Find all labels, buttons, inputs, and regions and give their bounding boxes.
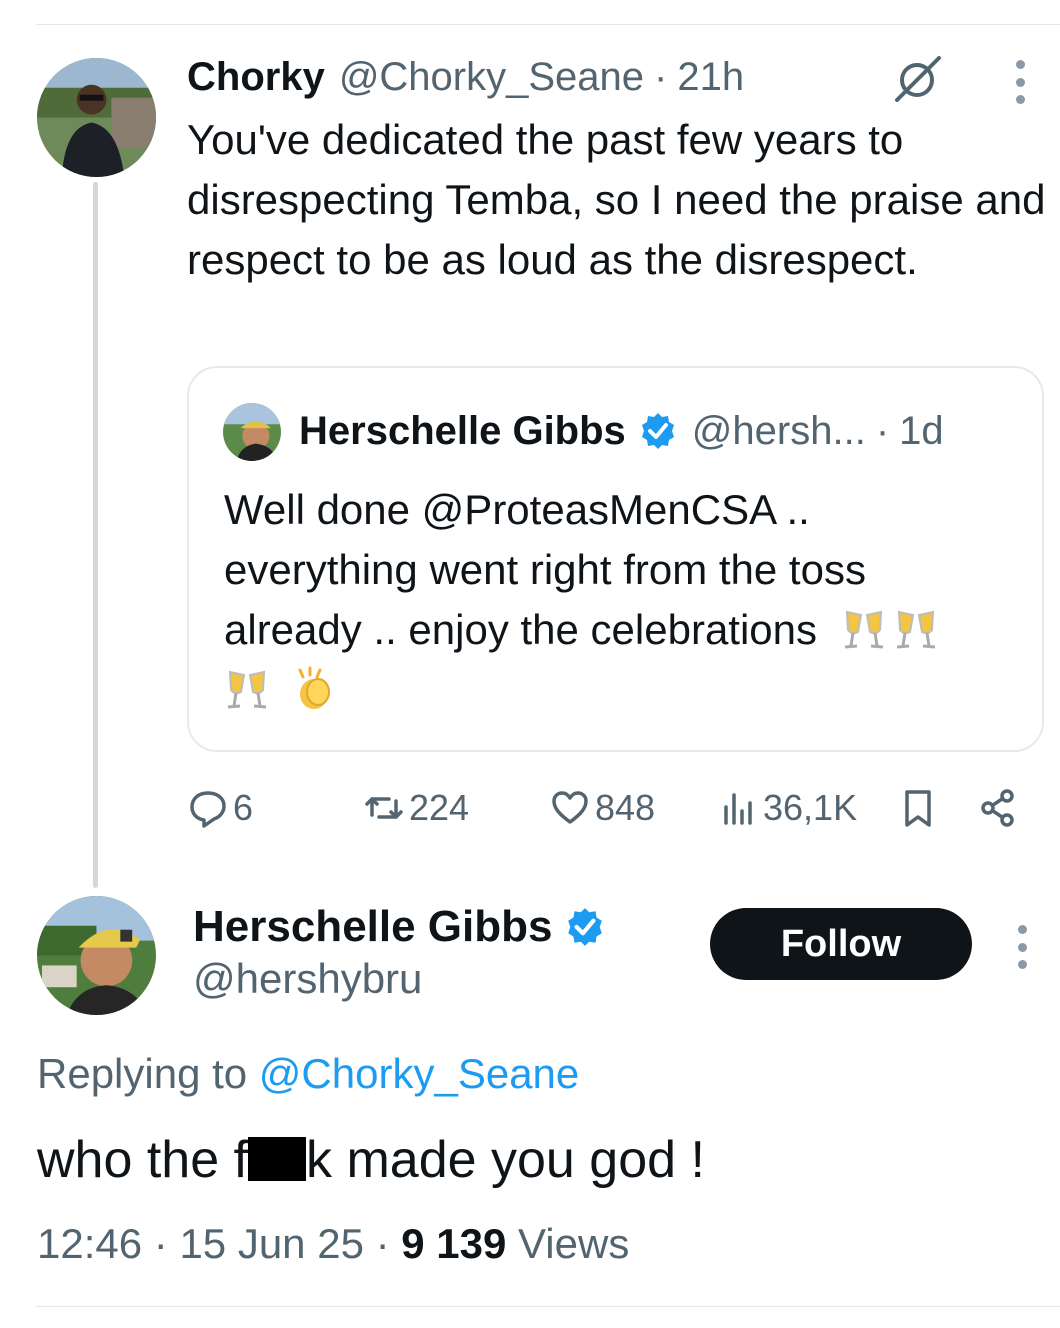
heart-icon <box>552 791 588 824</box>
reply-count: 6 <box>233 787 254 828</box>
separator-dot: · <box>875 408 890 453</box>
repost-icon <box>365 797 403 819</box>
verified-badge-icon <box>564 906 606 948</box>
bookmark-button[interactable] <box>897 780 939 836</box>
quoted-author-name: Herschelle Gibbs <box>299 408 626 453</box>
quoted-tweet-header: Herschelle Gibbs @hersh... · 1d <box>299 408 944 454</box>
separator-dot: · <box>375 1220 402 1267</box>
repost-button[interactable]: 224 <box>363 780 469 836</box>
separator-dot: · <box>654 54 668 99</box>
main-tweet-text: who the f k made you god ! <box>37 1130 705 1190</box>
clinking-glasses-icon <box>893 606 939 652</box>
grok-icon[interactable] <box>893 56 943 102</box>
parent-tweet-text: You've dedicated the past few years to d… <box>187 116 1046 283</box>
verified-badge-icon <box>638 411 678 451</box>
clapping-hands-icon <box>290 666 336 712</box>
gibbs-quote-avatar <box>223 403 281 461</box>
quoted-tweet-body: Well done @ProteasMenCSA .. everything w… <box>224 486 866 653</box>
parent-tweet-actions: 6 224 848 36,1K <box>187 780 1037 836</box>
separator-dot: · <box>153 1220 180 1267</box>
parent-tweet-header: Chorky @Chorky_Seane · 21h <box>187 52 744 102</box>
reply-button[interactable]: 6 <box>187 780 253 836</box>
tweet-time[interactable]: 12:46 <box>37 1220 142 1267</box>
quoted-tweet-text: Well done @ProteasMenCSA .. everything w… <box>224 480 1014 720</box>
main-tweet-header: Herschelle Gibbs <box>193 902 606 952</box>
follow-button[interactable]: Follow <box>710 908 972 980</box>
share-button[interactable] <box>977 780 1019 836</box>
main-author-name[interactable]: Herschelle Gibbs <box>193 902 552 952</box>
main-text-after: k made you god ! <box>306 1131 705 1189</box>
repost-count: 224 <box>409 787 470 828</box>
clinking-glasses-icon <box>224 666 270 712</box>
quoted-author-handle: @hersh... <box>691 408 866 453</box>
replying-to: Replying to @Chorky_Seane <box>37 1050 579 1098</box>
more-options-icon[interactable] <box>1012 925 1032 969</box>
views-button[interactable]: 36,1K <box>717 780 857 836</box>
reply-icon <box>190 791 226 828</box>
bottom-divider <box>36 1306 1060 1307</box>
parent-author-handle[interactable]: @Chorky_Seane <box>339 55 644 100</box>
tweet-date[interactable]: 15 Jun 25 <box>179 1220 364 1267</box>
like-button[interactable]: 848 <box>549 780 655 836</box>
quoted-tweet-time: 1d <box>899 408 944 453</box>
gibbs-avatar[interactable] <box>37 896 156 1015</box>
like-count: 848 <box>595 787 656 828</box>
views-count-main: 9 139 <box>401 1220 507 1267</box>
views-count: 36,1K <box>763 787 858 828</box>
share-icon <box>981 789 1014 827</box>
replying-prefix: Replying to <box>37 1050 248 1097</box>
views-label: Views <box>518 1220 630 1267</box>
analytics-icon <box>724 793 752 825</box>
bookmark-icon <box>905 790 931 827</box>
parent-author-name[interactable]: Chorky <box>187 55 325 100</box>
parent-tweet-time[interactable]: 21h <box>677 55 744 100</box>
thread-line <box>93 182 98 888</box>
chorky-avatar[interactable] <box>37 58 156 177</box>
tweet-meta: 12:46 · 15 Jun 25 · 9 139 Views <box>37 1220 629 1268</box>
more-options-icon[interactable] <box>1010 60 1030 104</box>
main-author-handle[interactable]: @hershybru <box>193 955 422 1003</box>
top-divider <box>36 24 1060 25</box>
replying-handle-link[interactable]: @Chorky_Seane <box>259 1050 579 1097</box>
quoted-tweet-card[interactable]: Herschelle Gibbs @hersh... · 1d Well don… <box>187 366 1044 752</box>
main-text-before: who the f <box>37 1131 249 1189</box>
clinking-glasses-icon <box>841 606 887 652</box>
censor-bar <box>248 1137 307 1181</box>
